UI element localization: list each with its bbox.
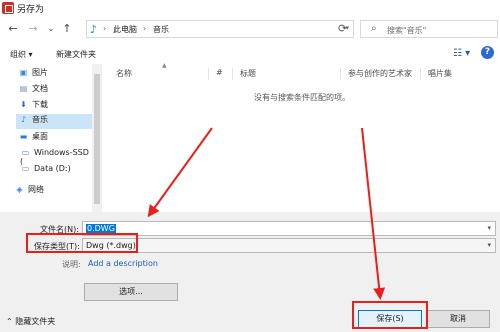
- breadcrumb-this-pc[interactable]: 此电脑: [113, 24, 137, 35]
- navigation-pane: ▣ 图片 ▤ 文档 ⬇ 下载 ♪ 音乐 ▬ 桌面 ▭ Windows-SSD ( ▭ Data…: [0, 64, 102, 212]
- options-button[interactable]: 选项...: [84, 283, 178, 301]
- column-artists[interactable]: 参与创作的艺术家: [348, 68, 412, 79]
- breadcrumb-music[interactable]: 音乐: [153, 24, 169, 35]
- app-icon: [2, 2, 14, 14]
- toolbar: 组织 ▾ 新建文件夹 ☷ ▾ ?: [0, 44, 500, 64]
- search-icon: ⌕: [371, 23, 377, 34]
- refresh-icon[interactable]: ⟳: [338, 22, 347, 35]
- annotation-save-box: [352, 301, 428, 329]
- new-folder-button[interactable]: 新建文件夹: [56, 49, 96, 60]
- chevron-down-icon[interactable]: ▾: [487, 241, 491, 249]
- scrollbar-thumb[interactable]: [94, 74, 100, 204]
- column-divider: [208, 68, 209, 80]
- drive-icon: ▭: [21, 164, 30, 173]
- sidebar-scrollbar[interactable]: [92, 64, 102, 212]
- cancel-button[interactable]: 取消: [426, 310, 490, 328]
- sort-arrow-icon: ▲: [162, 62, 167, 69]
- hide-folders-toggle[interactable]: ⌃ 隐藏文件夹: [6, 316, 55, 327]
- chevron-down-icon[interactable]: ▾: [487, 224, 491, 232]
- sidebar-item-desktop[interactable]: ▬ 桌面: [18, 131, 92, 145]
- filename-field[interactable]: 0.DWG ▾: [82, 221, 496, 236]
- picture-icon: ▣: [19, 68, 28, 77]
- column-name[interactable]: 名称: [116, 68, 132, 79]
- annotation-filetype-box: [26, 233, 138, 253]
- column-divider: [420, 68, 421, 80]
- sidebar-item-data-d[interactable]: ▭ Data (D:): [20, 164, 94, 178]
- sidebar-item-network[interactable]: ◈ 网络: [14, 184, 88, 198]
- path-separator: ›: [143, 24, 147, 33]
- organize-button[interactable]: 组织 ▾: [10, 49, 33, 60]
- up-button[interactable]: ↑: [60, 22, 74, 35]
- title-bar: 另存为: [0, 0, 500, 16]
- path-separator: ›: [103, 24, 107, 33]
- forward-button[interactable]: →: [26, 22, 40, 35]
- filename-value: 0.DWG: [86, 224, 116, 233]
- sidebar-item-pictures[interactable]: ▣ 图片: [18, 67, 92, 81]
- music-icon: ♪: [20, 115, 27, 124]
- address-bar[interactable]: ♪ › 此电脑 › 音乐 ▾: [86, 20, 354, 38]
- drive-icon: ▭: [21, 148, 30, 157]
- music-icon: ♪: [90, 23, 98, 36]
- back-button[interactable]: ←: [6, 22, 20, 35]
- view-options-icon[interactable]: ☷ ▾: [453, 48, 470, 59]
- column-number[interactable]: #: [216, 68, 223, 77]
- window-title: 另存为: [17, 5, 45, 15]
- sidebar-item-music[interactable]: ♪ 音乐: [16, 114, 92, 129]
- filetype-select[interactable]: Dwg (*.dwg) ▾: [82, 238, 496, 253]
- column-album[interactable]: 唱片集: [428, 68, 452, 79]
- description-label: 说明:: [62, 260, 81, 269]
- search-box[interactable]: ⌕ 搜索"音乐": [360, 20, 498, 38]
- sidebar-item-windows-ssd[interactable]: ▭ Windows-SSD (: [20, 148, 94, 166]
- sidebar-item-documents[interactable]: ▤ 文档: [18, 83, 92, 97]
- document-icon: ▤: [19, 84, 28, 93]
- column-title[interactable]: 标题: [240, 68, 256, 79]
- search-input[interactable]: 搜索"音乐": [387, 25, 426, 36]
- column-divider: [232, 68, 233, 80]
- chevron-up-icon: ⌃: [6, 317, 16, 326]
- sidebar-item-downloads[interactable]: ⬇ 下载: [18, 99, 92, 113]
- download-icon: ⬇: [20, 100, 27, 109]
- network-icon: ◈: [16, 185, 23, 194]
- empty-message: 没有与搜索条件匹配的项。: [254, 93, 350, 102]
- column-divider: [340, 68, 341, 80]
- add-description-link[interactable]: Add a description: [88, 259, 158, 268]
- recent-locations-button[interactable]: ⌄: [44, 24, 58, 33]
- help-icon[interactable]: ?: [481, 46, 494, 59]
- desktop-icon: ▬: [19, 132, 28, 141]
- file-list: ▲ 名称 # 标题 参与创作的艺术家 唱片集 没有与搜索条件匹配的项。: [104, 62, 500, 212]
- navigation-bar: ← → ⌄ ↑ ♪ › 此电脑 › 音乐 ▾ ⟳ ⌕ 搜索"音乐": [0, 18, 500, 40]
